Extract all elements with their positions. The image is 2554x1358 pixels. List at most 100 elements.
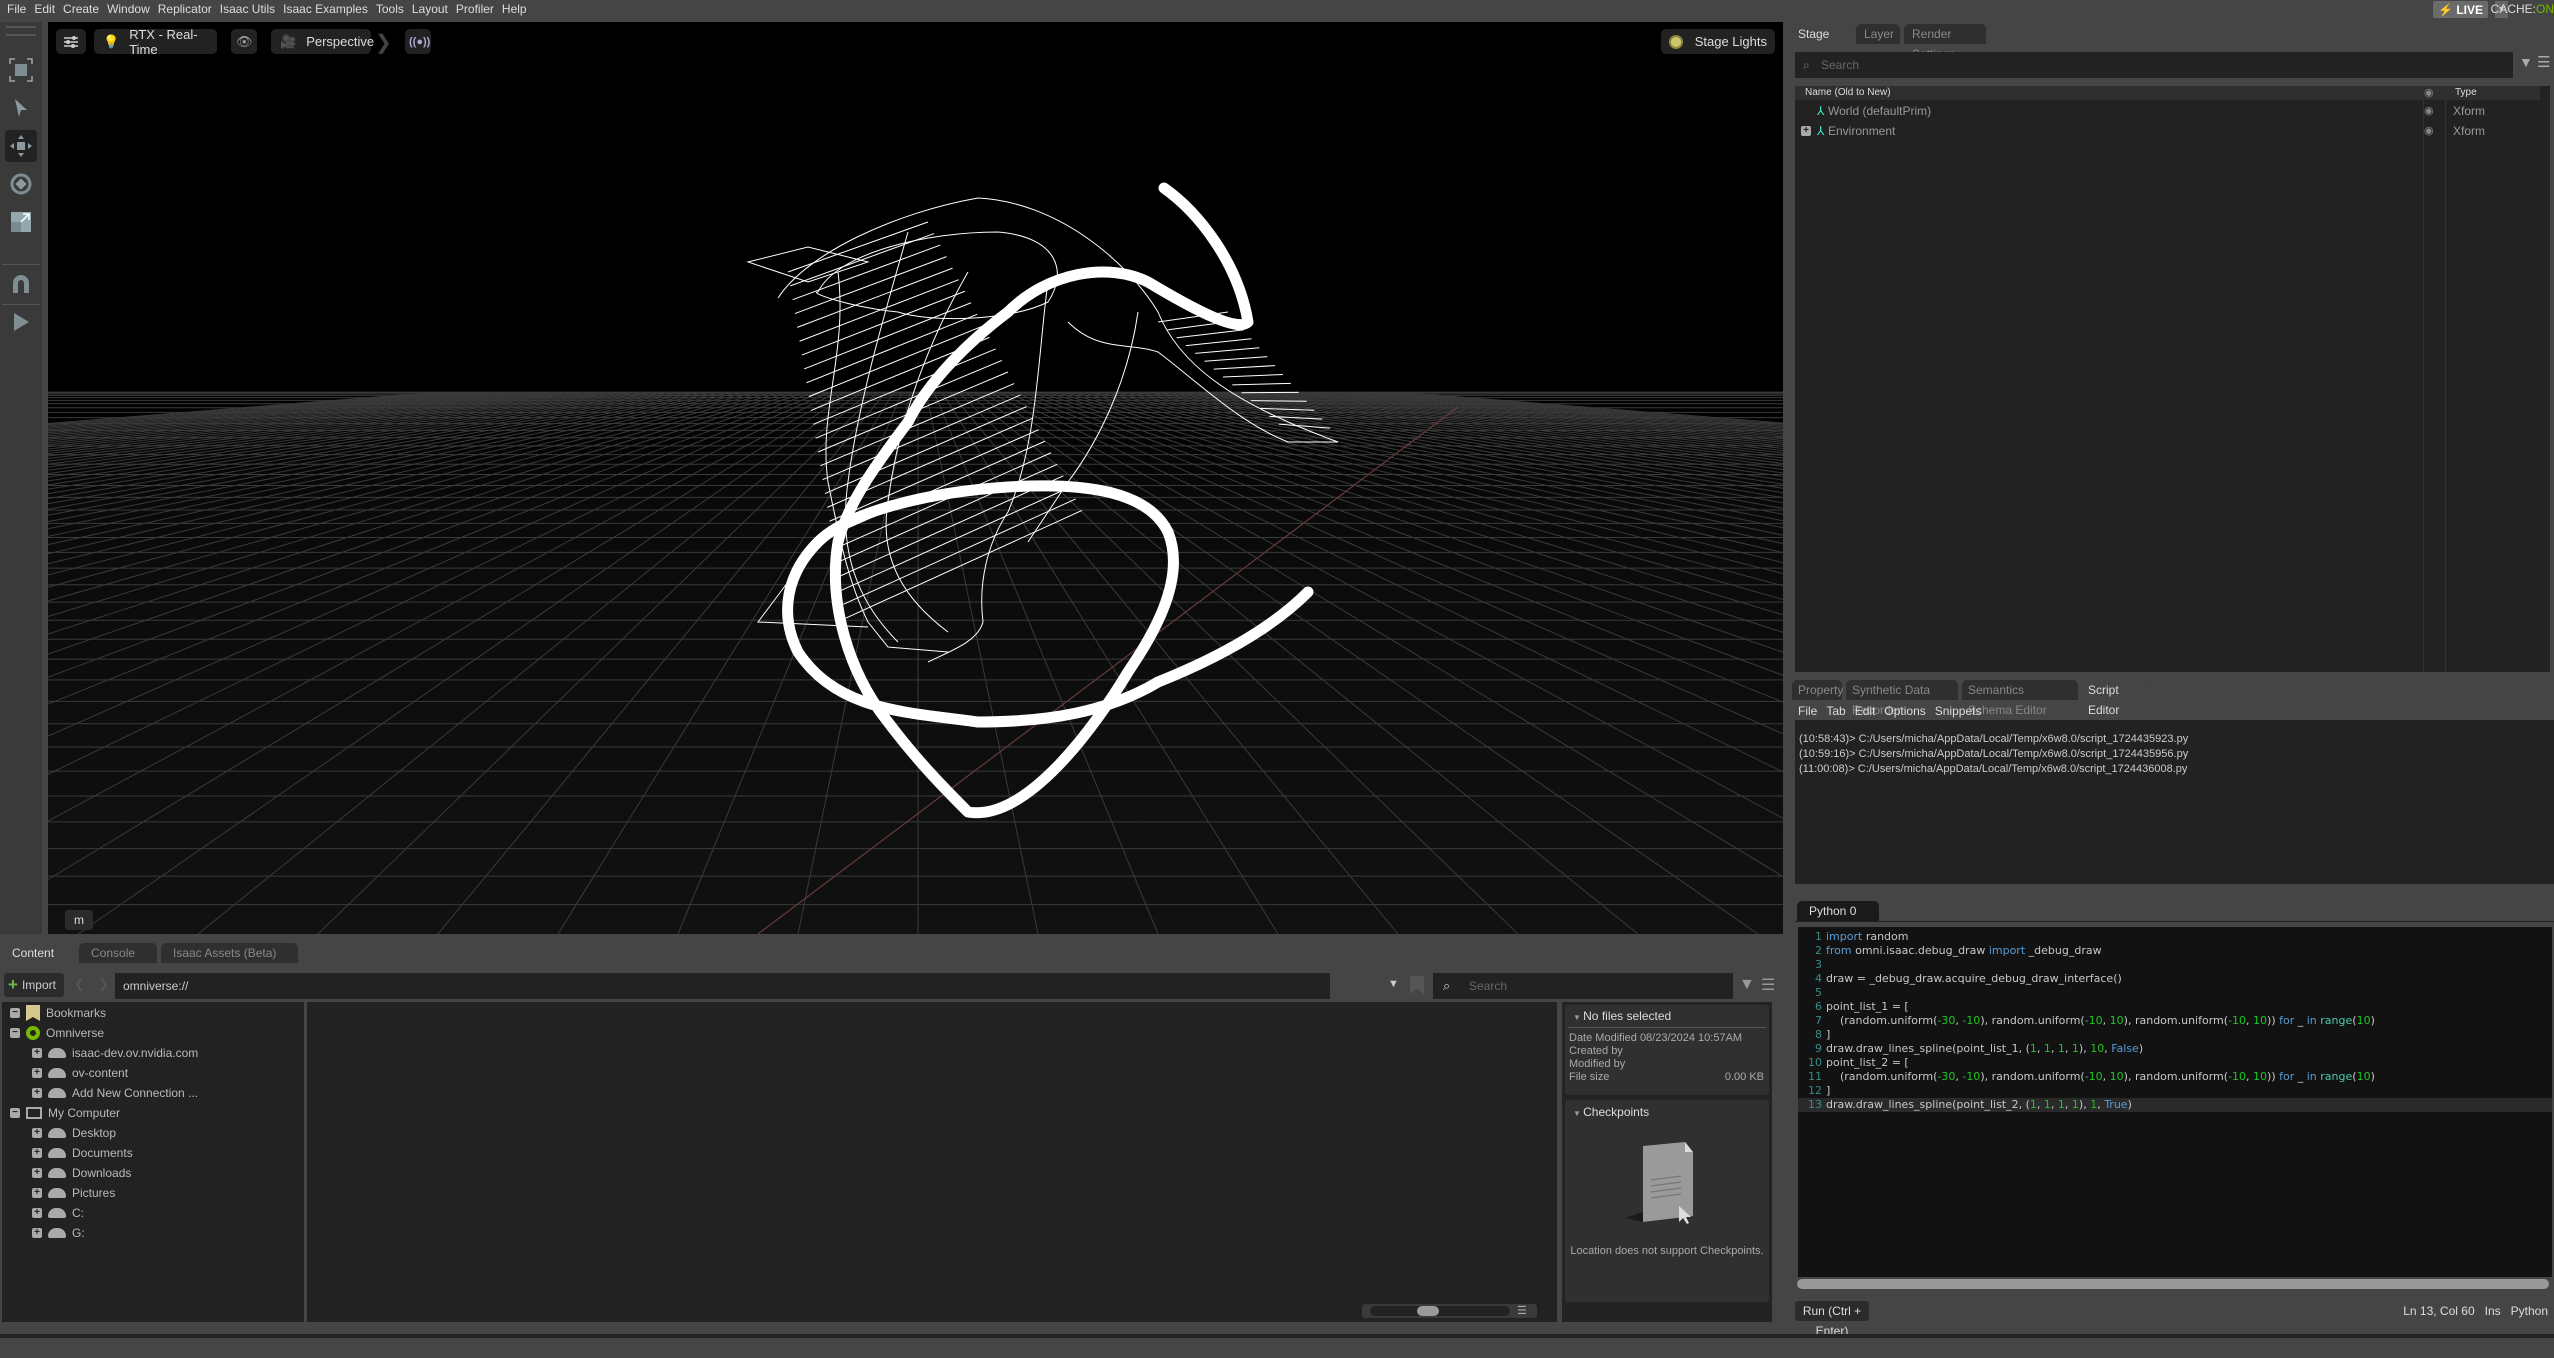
back-button[interactable]: ❮ [74, 976, 85, 992]
tree-item-g-drive[interactable]: + G: [32, 1223, 85, 1243]
snap-tool[interactable] [5, 268, 37, 300]
tab-render-settings[interactable]: Render Settings [1904, 24, 1986, 61]
live-button[interactable]: ⚡ LIVE [2433, 1, 2488, 18]
scale-tool[interactable] [5, 206, 37, 238]
tree-item-desktop[interactable]: + Desktop [32, 1123, 116, 1143]
stage-search-input[interactable]: ⌕ Search [1795, 52, 2513, 78]
tab-layer[interactable]: Layer [1856, 24, 1900, 44]
select-mode-tool[interactable] [5, 54, 37, 86]
collapse-icon[interactable]: − [10, 1028, 20, 1038]
tree-item-my-computer[interactable]: − My Computer [10, 1103, 120, 1123]
collapse-icon[interactable]: − [10, 1108, 20, 1118]
tab-semantics-schema-editor[interactable]: Semantics Schema Editor [1962, 680, 2078, 717]
expand-icon[interactable]: + [32, 1168, 42, 1178]
tab-console[interactable]: Console [79, 943, 157, 963]
stage-lights-button[interactable]: Stage Lights [1660, 29, 1775, 54]
m-badge[interactable]: m [65, 910, 93, 930]
expand-icon[interactable]: + [32, 1088, 42, 1098]
tab-content[interactable]: Content [0, 943, 75, 963]
bookmark-add-icon[interactable] [1410, 976, 1424, 994]
path-dropdown-icon[interactable]: ▼ [1388, 978, 1399, 990]
tree-item-bookmarks[interactable]: − Bookmarks [10, 1003, 106, 1023]
menu-file[interactable]: File [0, 0, 30, 19]
broadcast-button[interactable]: ((●)) [405, 29, 431, 54]
file-browser-area[interactable]: ☰ [307, 1002, 1557, 1322]
tab-python-0[interactable]: Python 0 [1797, 901, 1879, 921]
menu-help[interactable]: Help [498, 0, 531, 19]
tree-item-ov-content[interactable]: + ov-content [32, 1063, 128, 1083]
expand-icon[interactable]: + [32, 1208, 42, 1218]
filter-icon[interactable]: ▼ [2519, 54, 2533, 70]
content-search-input[interactable]: Search [1433, 973, 1733, 999]
expand-icon[interactable]: + [32, 1048, 42, 1058]
menu-isaac-examples[interactable]: Isaac Examples [279, 0, 372, 19]
expand-icon[interactable]: + [32, 1148, 42, 1158]
expand-icon[interactable]: + [32, 1128, 42, 1138]
menu-icon[interactable]: ☰ [1761, 975, 1775, 995]
editor-tabs: Python 0 [1797, 901, 1879, 921]
menu-edit[interactable]: Edit [30, 0, 59, 19]
chevron-right-icon[interactable]: ❯ [375, 30, 392, 55]
code-area[interactable]: 1 import random 2 from omni.isaac.debug_dr… [1798, 927, 2552, 1277]
expand-icon[interactable]: + [32, 1068, 42, 1078]
column-name-header[interactable]: Name (Old to New) [1805, 87, 1891, 98]
forward-button[interactable]: ❯ [98, 976, 109, 992]
script-menu-tab[interactable]: Tab [1826, 704, 1845, 718]
filter-icon[interactable]: ▼ [1739, 976, 1755, 994]
viewport[interactable]: 💡 RTX - Real-Time 👁 🎥 Perspective ❯ ((●)) … [48, 22, 1783, 934]
visibility-toggle-icon[interactable]: ◉ [2424, 104, 2434, 117]
checkpoints-header[interactable]: ▼ Checkpoints [1573, 1105, 1649, 1119]
list-view-icon[interactable]: ☰ [1517, 1305, 1527, 1317]
zoom-slider[interactable]: ☰ [1362, 1304, 1537, 1318]
expand-icon[interactable]: + [1801, 126, 1811, 136]
renderer-dropdown[interactable]: 💡 RTX - Real-Time [94, 27, 217, 57]
tab-stage[interactable]: Stage [1792, 24, 1852, 44]
tree-item-pictures[interactable]: + Pictures [32, 1183, 115, 1203]
visibility-button[interactable]: 👁 [231, 29, 257, 54]
camera-dropdown[interactable]: 🎥 Perspective [271, 29, 374, 54]
menu-profiler[interactable]: Profiler [452, 0, 498, 19]
path-input[interactable]: omniverse:// [115, 973, 1330, 999]
column-type-header[interactable]: Type [2455, 87, 2477, 98]
horizontal-scrollbar[interactable] [1797, 1279, 2549, 1289]
grip-handle[interactable] [6, 26, 36, 36]
menu-window[interactable]: Window [103, 0, 154, 19]
tree-item-downloads[interactable]: + Downloads [32, 1163, 131, 1183]
menu-tools[interactable]: Tools [372, 0, 408, 19]
tree-label: Downloads [72, 1166, 132, 1180]
menu-icon[interactable]: ☰ [2537, 53, 2550, 71]
tree-item-add-connection[interactable]: + Add New Connection ... [32, 1083, 198, 1103]
menu-replicator[interactable]: Replicator [154, 0, 216, 19]
script-menu-snippets[interactable]: Snippets [1935, 704, 1982, 718]
expand-icon[interactable]: + [32, 1228, 42, 1238]
slider-thumb[interactable] [1417, 1306, 1439, 1316]
tab-synthetic-data-recorder[interactable]: Synthetic Data Recorder [1846, 680, 1958, 717]
stage-row-environment[interactable]: + ⅄ Environment ◉ Xform [1795, 121, 2550, 141]
select-tool[interactable] [5, 92, 37, 124]
run-button[interactable]: Run (Ctrl + Enter) [1795, 1301, 1869, 1338]
file-info-header[interactable]: ▼ No files selected [1573, 1009, 1671, 1023]
collapse-icon[interactable]: − [10, 1008, 20, 1018]
tab-script-editor[interactable]: Script Editor [2082, 680, 2148, 717]
script-menu-edit[interactable]: Edit [1855, 704, 1876, 718]
tree-item-documents[interactable]: + Documents [32, 1143, 133, 1163]
expand-icon[interactable]: + [32, 1188, 42, 1198]
stage-row-world[interactable]: ⅄ World (defaultPrim) ◉ Xform [1795, 101, 2550, 121]
menu-layout[interactable]: Layout [408, 0, 452, 19]
menu-isaac-utils[interactable]: Isaac Utils [216, 0, 279, 19]
tree-item-c-drive[interactable]: + C: [32, 1203, 84, 1223]
viewport-settings-button[interactable] [56, 29, 86, 54]
script-menu-options[interactable]: Options [1884, 704, 1925, 718]
script-menu-file[interactable]: File [1798, 704, 1817, 718]
rotate-tool[interactable] [5, 168, 37, 200]
import-button[interactable]: + Import [4, 973, 64, 997]
tab-isaac-assets[interactable]: Isaac Assets (Beta) [161, 943, 298, 963]
menu-create[interactable]: Create [59, 0, 103, 19]
tab-property[interactable]: Property [1792, 680, 1843, 700]
move-tool[interactable] [5, 130, 37, 162]
visibility-header-icon[interactable]: ◉ [2424, 86, 2434, 99]
visibility-toggle-icon[interactable]: ◉ [2424, 124, 2434, 137]
tree-item-isaac-dev[interactable]: + isaac-dev.ov.nvidia.com [32, 1043, 198, 1063]
play-tool[interactable] [5, 306, 37, 338]
tree-item-omniverse[interactable]: − Omniverse [10, 1023, 104, 1043]
